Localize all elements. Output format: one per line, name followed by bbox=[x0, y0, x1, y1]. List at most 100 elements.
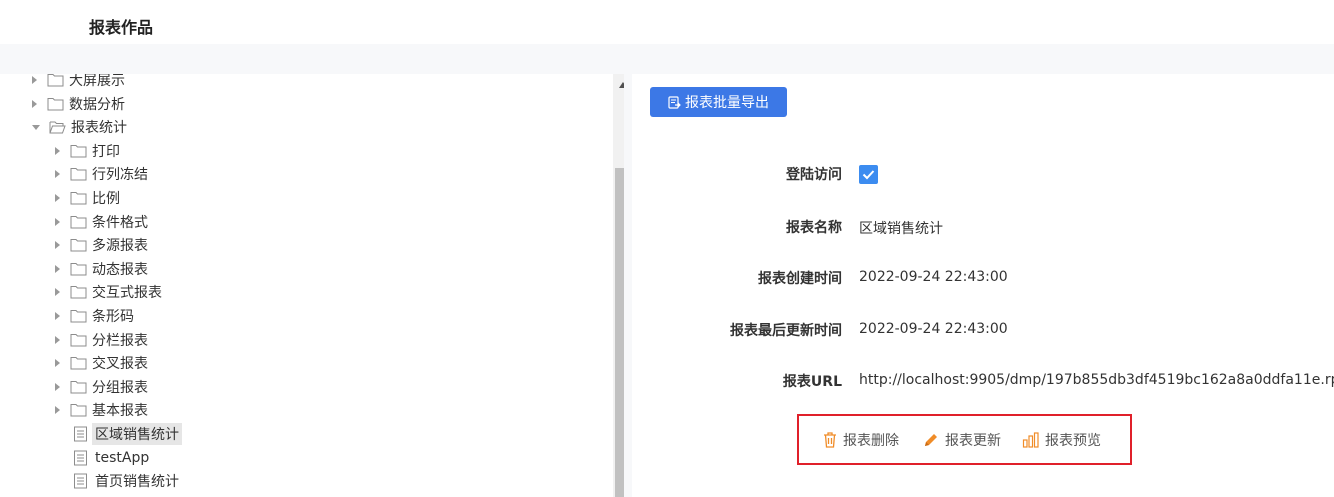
folder-icon bbox=[70, 357, 87, 370]
tree-file-item[interactable]: 首页销售统计 bbox=[73, 470, 179, 492]
tree-folder-item[interactable]: 大屏展示 bbox=[32, 74, 125, 91]
login-access-checkbox[interactable] bbox=[859, 165, 878, 184]
preview-report-button[interactable]: 报表预览 bbox=[1022, 430, 1101, 450]
caret-right-icon[interactable] bbox=[55, 146, 60, 155]
tree-folder-item[interactable]: 交互式报表 bbox=[55, 281, 162, 303]
folder-icon bbox=[70, 215, 87, 229]
folder-icon bbox=[70, 262, 87, 276]
caret-right-icon[interactable] bbox=[32, 99, 37, 108]
tree-folder-item[interactable]: 条形码 bbox=[55, 305, 134, 327]
caret-right-icon[interactable] bbox=[55, 264, 60, 273]
tree-folder-item[interactable]: 数据分析 bbox=[32, 93, 125, 115]
caret-right-icon[interactable] bbox=[55, 382, 60, 391]
tree-item-label: 区域销售统计 bbox=[92, 423, 182, 445]
folder-icon bbox=[47, 97, 64, 111]
export-icon bbox=[668, 95, 681, 109]
panel-divider bbox=[624, 74, 632, 497]
document-icon bbox=[74, 450, 87, 466]
tree-folder-item[interactable]: 交叉报表 bbox=[55, 352, 148, 374]
tree-item-label: 报表统计 bbox=[71, 120, 127, 137]
page-header: 报表作品 bbox=[0, 0, 1334, 44]
preview-report-label: 报表预览 bbox=[1045, 433, 1101, 449]
folder-icon bbox=[70, 310, 87, 323]
document-icon bbox=[74, 473, 87, 489]
tree-item-label: testApp bbox=[95, 449, 150, 466]
tree-scrollbar[interactable] bbox=[613, 74, 624, 497]
folder-icon bbox=[70, 404, 87, 417]
tree-file-item[interactable]: testApp bbox=[73, 447, 149, 469]
delete-report-label: 报表删除 bbox=[843, 433, 899, 449]
pencil-icon bbox=[925, 434, 937, 446]
folder-icon bbox=[70, 144, 87, 158]
caret-down-icon[interactable] bbox=[32, 124, 40, 130]
update-report-button[interactable]: 报表更新 bbox=[922, 430, 1001, 450]
caret-right-icon[interactable] bbox=[32, 76, 37, 84]
tree-item-label: 比例 bbox=[92, 191, 120, 207]
caret-right-icon[interactable] bbox=[55, 312, 60, 320]
tree-item-label: 交叉报表 bbox=[92, 356, 148, 373]
tree-item-label: 条件格式 bbox=[92, 214, 148, 231]
tree-folder-item[interactable]: 动态报表 bbox=[55, 258, 148, 280]
tree-item-label: 条形码 bbox=[92, 309, 134, 325]
caret-right-icon[interactable] bbox=[55, 406, 60, 415]
folder-open-icon bbox=[49, 121, 66, 134]
report-url-label: 报表URL bbox=[782, 374, 842, 390]
batch-export-label: 报表批量导出 bbox=[685, 94, 769, 110]
tree-folder-item[interactable]: 报表统计 bbox=[32, 116, 127, 138]
update-report-label: 报表更新 bbox=[945, 433, 1001, 449]
report-url-value: http://localhost:9905/dmp/197b855db3df45… bbox=[859, 372, 1334, 388]
header-band bbox=[0, 44, 1334, 74]
tree-item-label: 多源报表 bbox=[92, 238, 148, 255]
tree-item-label: 交互式报表 bbox=[92, 285, 162, 302]
updated-time-value: 2022-09-24 22:43:00 bbox=[859, 321, 1008, 337]
folder-icon bbox=[70, 192, 87, 205]
trash-icon bbox=[824, 432, 836, 448]
tree-item-label: 动态报表 bbox=[92, 261, 148, 278]
created-time-value: 2022-09-24 22:43:00 bbox=[859, 269, 1008, 285]
updated-time-label: 报表最后更新时间 bbox=[730, 323, 842, 339]
tree-folder-item[interactable]: 条件格式 bbox=[55, 211, 148, 233]
caret-right-icon[interactable] bbox=[55, 217, 60, 226]
caret-right-icon[interactable] bbox=[55, 170, 60, 179]
tree-folder-item[interactable]: 分组报表 bbox=[55, 376, 148, 398]
tree-item-label: 大屏展示 bbox=[69, 74, 125, 89]
tree-folder-item[interactable]: 比例 bbox=[55, 187, 120, 209]
caret-right-icon[interactable] bbox=[55, 241, 60, 250]
tree-folder-item[interactable]: 基本报表 bbox=[55, 399, 148, 421]
report-tree-panel: 大屏展示数据分析报表统计打印行列冻结比例条件格式多源报表动态报表交互式报表条形码… bbox=[10, 74, 624, 497]
created-time-label: 报表创建时间 bbox=[758, 271, 842, 287]
tree-item-label: 分栏报表 bbox=[92, 332, 148, 349]
folder-icon bbox=[70, 333, 87, 347]
check-icon bbox=[862, 170, 875, 180]
delete-report-button[interactable]: 报表删除 bbox=[822, 430, 899, 450]
page-title: 报表作品 bbox=[89, 18, 154, 37]
login-access-label: 登陆访问 bbox=[786, 167, 842, 183]
tree-item-label: 首页销售统计 bbox=[95, 474, 179, 491]
tree-item-label: 行列冻结 bbox=[92, 167, 148, 184]
caret-right-icon[interactable] bbox=[55, 288, 60, 297]
caret-right-icon[interactable] bbox=[55, 335, 60, 344]
caret-right-icon[interactable] bbox=[55, 194, 60, 202]
tree-item-label: 分组报表 bbox=[92, 379, 148, 396]
tree-item-label: 基本报表 bbox=[92, 403, 148, 420]
tree-item-label: 打印 bbox=[92, 143, 120, 160]
caret-right-icon[interactable] bbox=[55, 359, 60, 368]
report-detail-panel: 报表批量导出 登陆访问 报表名称 区域销售统计 报表创建时间 2022-09-2… bbox=[632, 74, 1334, 497]
report-name-value: 区域销售统计 bbox=[859, 221, 943, 237]
folder-icon bbox=[70, 380, 87, 394]
tree-folder-item[interactable]: 行列冻结 bbox=[55, 163, 148, 185]
folder-icon bbox=[70, 286, 87, 299]
tree-folder-item[interactable]: 多源报表 bbox=[55, 234, 148, 256]
folder-icon bbox=[47, 74, 64, 87]
report-actions-box: 报表删除 报表更新 报表预览 bbox=[797, 414, 1132, 465]
folder-icon bbox=[70, 168, 87, 181]
bar-chart-icon bbox=[1022, 432, 1039, 448]
scroll-thumb[interactable] bbox=[615, 168, 624, 497]
tree-folder-item[interactable]: 打印 bbox=[55, 140, 120, 162]
folder-icon bbox=[70, 239, 87, 252]
tree-file-item[interactable]: 区域销售统计 bbox=[73, 423, 182, 445]
tree-folder-item[interactable]: 分栏报表 bbox=[55, 329, 148, 351]
batch-export-button[interactable]: 报表批量导出 bbox=[650, 87, 787, 117]
document-icon bbox=[74, 426, 87, 442]
report-name-label: 报表名称 bbox=[786, 220, 842, 236]
